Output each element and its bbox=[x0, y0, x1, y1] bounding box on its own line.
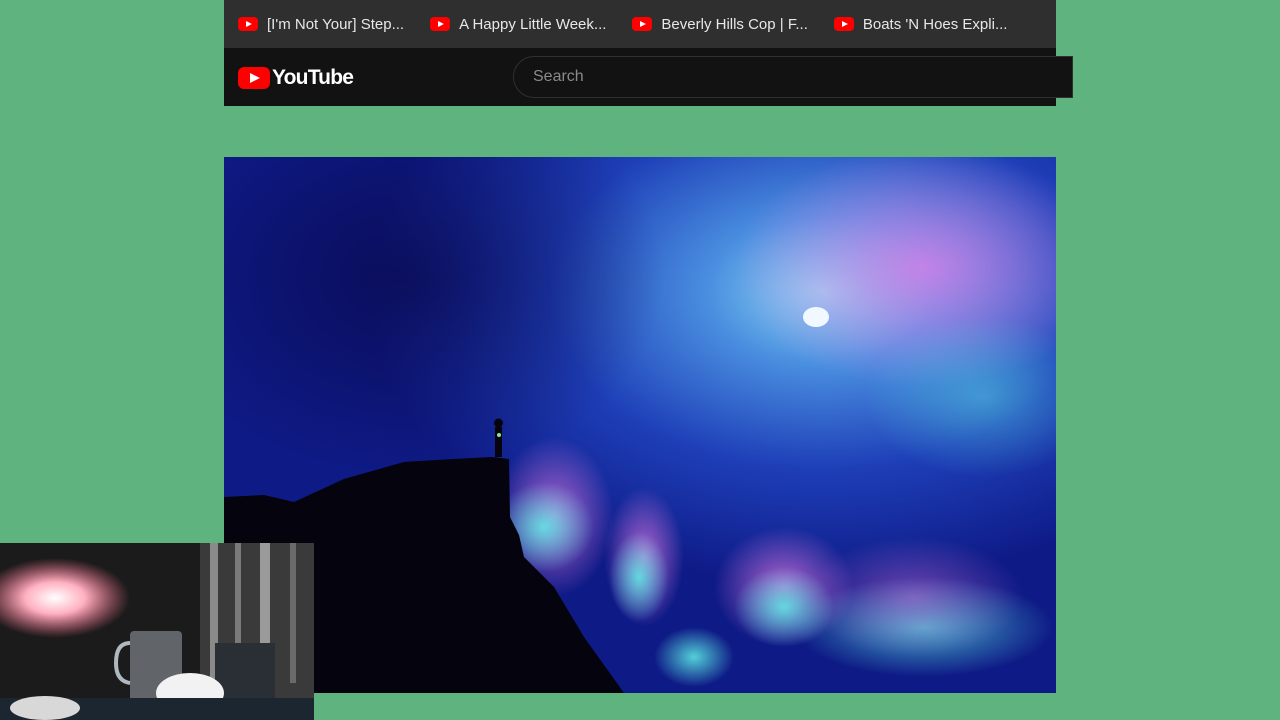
youtube-header: YouTube bbox=[224, 48, 1073, 106]
bookmarks-bar: [I'm Not Your] Step... A Happy Little We… bbox=[224, 0, 1056, 48]
webcam-overlay bbox=[0, 543, 314, 720]
bookmark-item[interactable]: Beverly Hills Cop | F... bbox=[632, 8, 808, 40]
bookmark-item[interactable]: Boats 'N Hoes Expli... bbox=[833, 8, 1008, 40]
video-player[interactable] bbox=[224, 157, 1056, 693]
bookmark-label: A Happy Little Week... bbox=[459, 15, 607, 33]
youtube-icon bbox=[833, 17, 854, 31]
bookmark-item[interactable]: A Happy Little Week... bbox=[430, 8, 606, 40]
bookmark-item[interactable]: [I'm Not Your] Step... bbox=[238, 8, 404, 40]
youtube-icon bbox=[238, 17, 258, 31]
search-box[interactable] bbox=[513, 56, 1073, 98]
bookmark-label: Boats 'N Hoes Expli... bbox=[862, 15, 1008, 33]
webcam-image bbox=[0, 543, 314, 720]
video-frame-aurora bbox=[224, 157, 1056, 693]
youtube-icon bbox=[632, 17, 653, 31]
youtube-logo[interactable]: YouTube bbox=[238, 66, 354, 90]
bookmark-label: Beverly Hills Cop | F... bbox=[661, 15, 808, 33]
bookmark-label: [I'm Not Your] Step... bbox=[267, 15, 405, 33]
search-input[interactable] bbox=[531, 67, 1072, 87]
youtube-icon bbox=[430, 17, 451, 31]
youtube-play-icon bbox=[238, 67, 270, 89]
logo-text: YouTube bbox=[272, 66, 354, 89]
